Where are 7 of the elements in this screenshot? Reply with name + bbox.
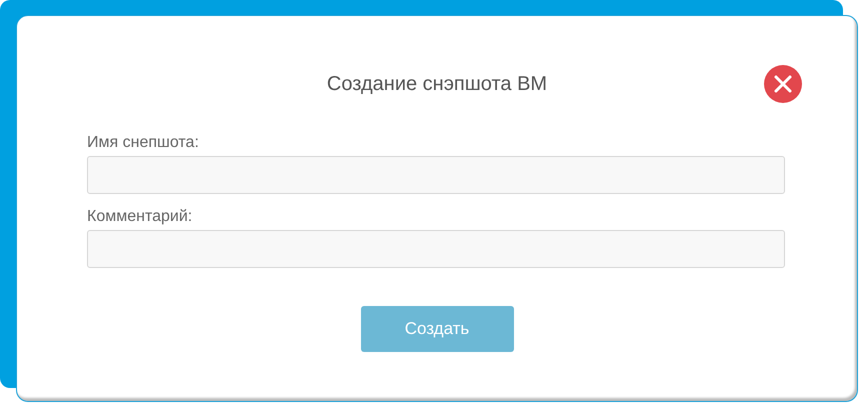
create-button[interactable]: Создать [360,306,514,352]
close-icon[interactable] [764,65,802,103]
dialog-title: Создание снэпшота ВМ [326,72,548,97]
field-label: Имя снепшота: [87,133,200,153]
field-label: Комментарий: [87,207,194,227]
input-field[interactable] [87,156,785,194]
input-field[interactable] [87,230,785,268]
